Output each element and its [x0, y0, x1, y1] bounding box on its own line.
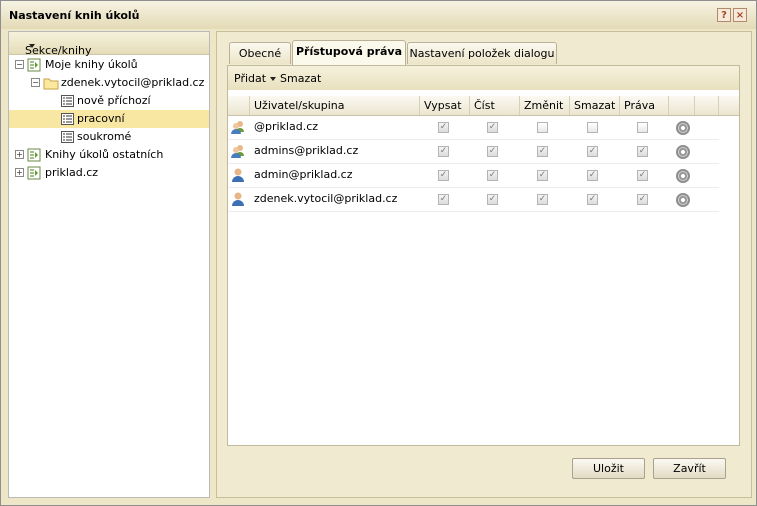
expand-icon[interactable]: +	[15, 168, 24, 177]
tab-dialog-items[interactable]: Nastavení položek dialogu	[407, 42, 557, 64]
tree-item-label: soukromé	[77, 130, 132, 143]
user-icon	[230, 167, 246, 186]
header-extra	[694, 96, 719, 115]
tree-item-work[interactable]: pracovní	[9, 110, 209, 128]
collapse-icon[interactable]: −	[31, 78, 40, 87]
add-button[interactable]: Přidat	[234, 72, 277, 85]
perm-change-checkbox[interactable]: ✓	[537, 170, 548, 181]
perm-delete-checkbox[interactable]: ✓	[587, 194, 598, 205]
perm-delete-checkbox[interactable]	[587, 122, 598, 133]
tree-item-others-task-books[interactable]: + Knihy úkolů ostatních	[9, 146, 209, 164]
header-list[interactable]: Vypsat	[419, 96, 469, 115]
tree-item-label: Moje knihy úkolů	[45, 58, 138, 71]
perm-list-checkbox[interactable]: ✓	[438, 170, 449, 181]
user-icon	[230, 191, 246, 210]
tab-bar: Obecné Přístupová práva Nastavení polože…	[225, 40, 739, 65]
perm-list-checkbox[interactable]: ✓	[438, 194, 449, 205]
header-settings	[668, 96, 694, 115]
dropdown-arrow-icon	[29, 44, 35, 48]
header-rights[interactable]: Práva	[619, 96, 668, 115]
header-user-group[interactable]: Uživatel/skupina	[249, 96, 419, 115]
user-group-name: zdenek.vytocil@priklad.cz	[254, 192, 398, 205]
perm-change-checkbox[interactable]	[537, 122, 548, 133]
perm-list-checkbox[interactable]: ✓	[438, 146, 449, 157]
perm-rights-checkbox[interactable]: ✓	[637, 194, 648, 205]
perm-list-checkbox[interactable]: ✓	[438, 122, 449, 133]
settings-panel: Obecné Přístupová práva Nastavení polože…	[216, 31, 752, 498]
tree-item-new-incoming[interactable]: nově příchozí	[9, 92, 209, 110]
tree-item-label: zdenek.vytocil@priklad.cz	[61, 76, 205, 89]
tab-access-rights[interactable]: Přístupová práva	[292, 40, 406, 65]
tree-item-label: nově příchozí	[77, 94, 151, 107]
help-button[interactable]: ?	[717, 8, 731, 22]
sections-header[interactable]: Sekce/knihy	[9, 32, 209, 57]
close-button[interactable]: Zavřít	[653, 458, 726, 479]
header-read[interactable]: Číst	[469, 96, 519, 115]
perm-change-checkbox[interactable]: ✓	[537, 194, 548, 205]
tree-item-domain[interactable]: + priklad.cz	[9, 164, 209, 182]
close-window-button[interactable]: ×	[733, 8, 747, 22]
table-row[interactable]: admins@priklad.cz ✓ ✓ ✓ ✓ ✓	[228, 140, 719, 164]
gear-icon[interactable]	[676, 169, 690, 183]
perm-read-checkbox[interactable]: ✓	[487, 146, 498, 157]
gear-icon[interactable]	[676, 145, 690, 159]
collapse-icon[interactable]: −	[15, 60, 24, 69]
save-button[interactable]: Uložit	[572, 458, 645, 479]
toolbar: Přidat Smazat	[228, 66, 739, 90]
tree-item-private[interactable]: soukromé	[9, 128, 209, 146]
tree-item-label: pracovní	[77, 112, 125, 125]
gear-icon[interactable]	[676, 121, 690, 135]
title-bar: Nastavení knih úkolů ? ×	[1, 1, 756, 29]
expand-icon[interactable]: +	[15, 150, 24, 159]
group-icon	[230, 119, 246, 138]
tree-item-account[interactable]: − zdenek.vytocil@priklad.cz	[9, 74, 209, 92]
settings-window: Nastavení knih úkolů ? × Sekce/knihy − M…	[0, 0, 757, 506]
tree-item-label: priklad.cz	[45, 166, 99, 179]
dropdown-arrow-icon	[270, 77, 277, 81]
user-group-name: admin@priklad.cz	[254, 168, 353, 181]
header-icon-column	[228, 96, 249, 115]
perm-read-checkbox[interactable]: ✓	[487, 194, 498, 205]
header-delete[interactable]: Smazat	[569, 96, 619, 115]
table-row[interactable]: admin@priklad.cz ✓ ✓ ✓ ✓ ✓	[228, 164, 719, 188]
delete-button[interactable]: Smazat	[280, 72, 321, 85]
user-group-name: @priklad.cz	[254, 120, 319, 133]
access-rights-content: Přidat Smazat Uživatel/skupina Vypsat Čí…	[227, 65, 740, 446]
perm-read-checkbox[interactable]: ✓	[487, 122, 498, 133]
add-label: Přidat	[234, 72, 267, 85]
gear-icon[interactable]	[676, 193, 690, 207]
table-row[interactable]: @priklad.cz ✓ ✓	[228, 116, 719, 140]
perm-rights-checkbox[interactable]: ✓	[637, 146, 648, 157]
tree-item-label: Knihy úkolů ostatních	[45, 148, 164, 161]
perm-change-checkbox[interactable]: ✓	[537, 146, 548, 157]
user-group-name: admins@priklad.cz	[254, 144, 359, 157]
perm-rights-checkbox[interactable]: ✓	[637, 170, 648, 181]
header-change[interactable]: Změnit	[519, 96, 569, 115]
group-icon	[230, 143, 246, 162]
task-book-icon	[27, 166, 41, 186]
perm-rights-checkbox[interactable]	[637, 122, 648, 133]
table-row[interactable]: zdenek.vytocil@priklad.cz ✓ ✓ ✓ ✓ ✓	[228, 188, 719, 212]
perm-read-checkbox[interactable]: ✓	[487, 170, 498, 181]
grid-header: Uživatel/skupina Vypsat Číst Změnit Smaz…	[228, 96, 739, 116]
perm-delete-checkbox[interactable]: ✓	[587, 170, 598, 181]
window-title: Nastavení knih úkolů	[9, 9, 140, 22]
tab-general[interactable]: Obecné	[229, 42, 291, 64]
sections-panel: Sekce/knihy − Moje knihy úkolů − zdenek.…	[8, 31, 210, 498]
perm-delete-checkbox[interactable]: ✓	[587, 146, 598, 157]
tree-item-my-task-books[interactable]: − Moje knihy úkolů	[9, 56, 209, 74]
